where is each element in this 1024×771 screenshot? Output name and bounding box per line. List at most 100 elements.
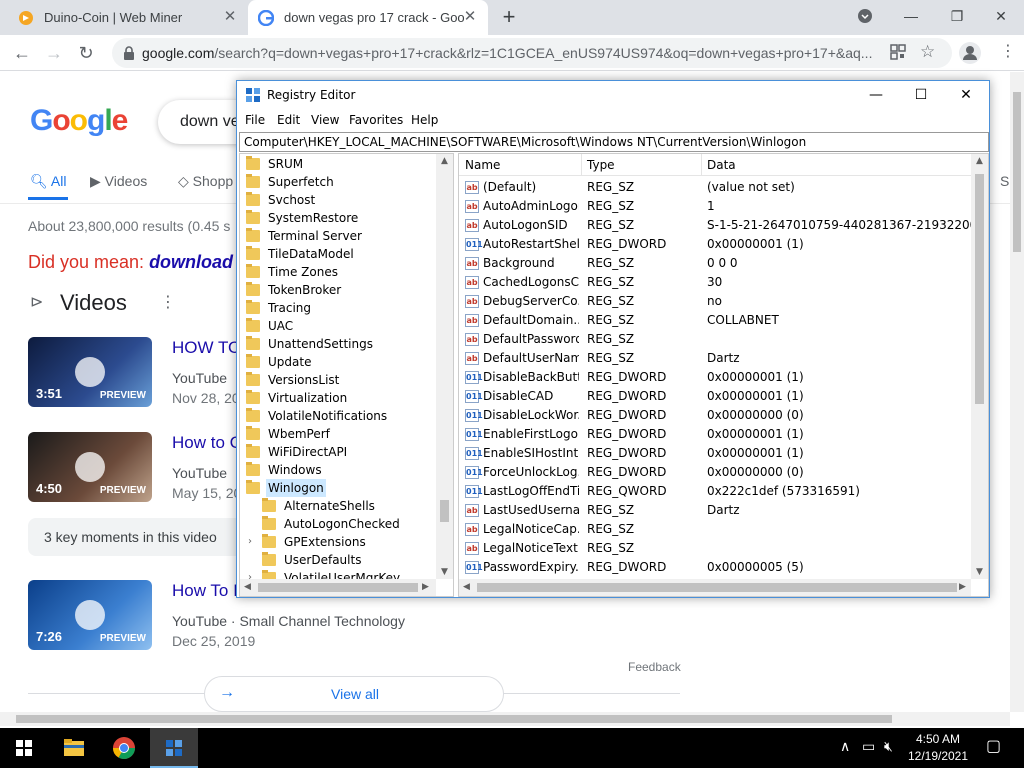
- close-icon[interactable]: ✕: [943, 81, 989, 109]
- scroll-up-icon[interactable]: ▲: [441, 156, 448, 166]
- more-options-icon[interactable]: ⋮: [160, 292, 176, 312]
- scroll-left-icon[interactable]: ◀: [244, 582, 251, 592]
- menu-edit[interactable]: Edit: [277, 113, 300, 127]
- new-tab-button[interactable]: +: [498, 6, 520, 29]
- scroll-left-icon[interactable]: ◀: [463, 582, 470, 592]
- tab-google-search[interactable]: down vegas pro 17 crack - Goog ✕: [248, 0, 488, 35]
- registry-value-row[interactable]: 011 PasswordExpiry... REG_DWORD 0x00000005 …: [459, 558, 971, 577]
- video-title[interactable]: HOW TO: [172, 338, 241, 358]
- chrome-menu-icon[interactable]: ⋮: [1000, 41, 1016, 61]
- show-hidden-icons-icon[interactable]: ∧: [840, 738, 850, 755]
- column-name[interactable]: Name: [465, 158, 500, 172]
- registry-value-row[interactable]: ab Background REG_SZ 0 0 0: [459, 254, 971, 273]
- registry-value-row[interactable]: ab DebugServerCo... REG_SZ no: [459, 292, 971, 311]
- menu-help[interactable]: Help: [411, 113, 438, 127]
- minimize-icon[interactable]: —: [888, 0, 934, 32]
- registry-value-row[interactable]: ab LegalNoticeCap... REG_SZ: [459, 520, 971, 539]
- tab-all[interactable]: 🔍︎ All: [30, 173, 66, 190]
- view-all-button[interactable]: → View all: [204, 676, 504, 712]
- file-explorer-taskbar-icon[interactable]: [50, 728, 98, 768]
- scrollbar-thumb[interactable]: [16, 715, 892, 723]
- reload-icon[interactable]: ↻: [74, 41, 98, 65]
- volume-muted-icon[interactable]: 🔇︎: [884, 738, 893, 755]
- minimize-icon[interactable]: —: [853, 81, 899, 109]
- clock-date[interactable]: 12/19/2021: [900, 749, 976, 763]
- feedback-link[interactable]: Feedback: [628, 660, 681, 674]
- values-horizontal-scrollbar[interactable]: ◀ ▶: [459, 579, 971, 596]
- did-you-mean[interactable]: Did you mean: download v: [28, 252, 248, 273]
- menu-view[interactable]: View: [311, 113, 339, 127]
- video-thumbnail[interactable]: 7:26 PREVIEW: [28, 580, 152, 650]
- tab-shopping[interactable]: ◇ Shopp: [178, 173, 233, 190]
- close-tab-icon[interactable]: ✕: [222, 9, 238, 25]
- registry-value-row[interactable]: ab CachedLogonsC... REG_SZ 30: [459, 273, 971, 292]
- video-thumbnail[interactable]: 4:50 PREVIEW: [28, 432, 152, 502]
- forward-icon[interactable]: →: [42, 41, 66, 65]
- tab-search-icon[interactable]: [842, 0, 888, 32]
- page-horizontal-scrollbar[interactable]: [0, 712, 1010, 726]
- registry-address-bar[interactable]: Computer\HKEY_LOCAL_MACHINE\SOFTWARE\Mic…: [239, 132, 989, 152]
- notifications-icon[interactable]: ▢: [986, 736, 1001, 756]
- registry-value-row[interactable]: 011 EnableSIHostInt... REG_DWORD 0x00000001…: [459, 444, 971, 463]
- registry-value-row[interactable]: ab DefaultDomain... REG_SZ COLLABNET: [459, 311, 971, 330]
- chrome-taskbar-icon[interactable]: [100, 728, 148, 768]
- back-icon[interactable]: ←: [10, 41, 34, 65]
- registry-value-row[interactable]: ab LastUsedUserna... REG_SZ Dartz: [459, 501, 971, 520]
- scrollbar-thumb[interactable]: [258, 583, 418, 592]
- scrollbar-thumb[interactable]: [477, 583, 957, 592]
- scroll-up-icon[interactable]: ▲: [976, 156, 983, 166]
- registry-value-row[interactable]: 011 ForceUnlockLog... REG_DWORD 0x00000000 …: [459, 463, 971, 482]
- google-logo[interactable]: Google: [30, 104, 128, 138]
- tree-horizontal-scrollbar[interactable]: ◀ ▶: [240, 579, 436, 596]
- tree-vertical-scrollbar[interactable]: ▲ ▼: [436, 154, 453, 579]
- registry-value-row[interactable]: 011 AutoRestartShell REG_DWORD 0x00000001 (…: [459, 235, 971, 254]
- registry-value-row[interactable]: 011DisableBackButt... REG_DWORD 0x00000001…: [459, 368, 971, 387]
- video-title[interactable]: How to C: [172, 433, 242, 453]
- video-thumbnail[interactable]: 3:51 PREVIEW: [28, 337, 152, 407]
- values-vertical-scrollbar[interactable]: ▲ ▼: [971, 154, 988, 579]
- expand-chevron-icon[interactable]: ›: [248, 533, 252, 551]
- scroll-right-icon[interactable]: ▶: [959, 582, 966, 592]
- registry-value-row[interactable]: ab DefaultPassword REG_SZ: [459, 330, 971, 349]
- tab-duino-coin[interactable]: Duino-Coin | Web Miner ✕: [8, 0, 248, 35]
- registry-value-row[interactable]: 011 EnableFirstLogo... REG_DWORD 0x00000001…: [459, 425, 971, 444]
- registry-value-row[interactable]: 011 DisableCAD REG_DWORD 0x00000001 (1): [459, 387, 971, 406]
- scrollbar-thumb[interactable]: [1013, 92, 1021, 252]
- registry-value-row[interactable]: ab DefaultUserName REG_SZ Dartz: [459, 349, 971, 368]
- restore-icon[interactable]: ❐: [934, 0, 980, 32]
- maximize-icon[interactable]: ☐: [898, 81, 944, 109]
- tools-tab-clipped[interactable]: S: [1000, 173, 1009, 189]
- regedit-taskbar-icon[interactable]: [150, 728, 198, 768]
- title-bar[interactable]: Registry Editor — ☐ ✕: [237, 81, 989, 109]
- column-data[interactable]: Data: [707, 158, 736, 172]
- scrollbar-thumb[interactable]: [975, 174, 984, 404]
- registry-value-row[interactable]: ab AutoAdminLogon REG_SZ 1: [459, 197, 971, 216]
- registry-value-row[interactable]: ab LegalNoticeText REG_SZ: [459, 539, 971, 558]
- column-type[interactable]: Type: [587, 158, 615, 172]
- menu-file[interactable]: File: [245, 113, 265, 127]
- tab-videos[interactable]: ▶ Videos: [90, 173, 147, 190]
- column-divider[interactable]: [581, 154, 582, 176]
- registry-value-row[interactable]: 011LastLogOffEndTi... REG_QWORD 0x222c1def…: [459, 482, 971, 501]
- lock-icon[interactable]: [122, 45, 136, 61]
- menu-favorites[interactable]: Favorites: [349, 113, 403, 127]
- qr-code-icon[interactable]: [890, 44, 906, 63]
- page-vertical-scrollbar[interactable]: [1010, 72, 1024, 712]
- close-window-icon[interactable]: ✕: [978, 0, 1024, 32]
- close-tab-icon[interactable]: ✕: [462, 9, 478, 25]
- clock-time[interactable]: 4:50 AM: [900, 732, 976, 746]
- binary-value-icon: 011: [465, 485, 483, 498]
- scrollbar-thumb[interactable]: [440, 500, 449, 522]
- network-icon[interactable]: ▭: [862, 738, 875, 755]
- scroll-down-icon[interactable]: ▼: [976, 567, 983, 577]
- registry-value-row[interactable]: ab AutoLogonSID REG_SZ S-1-5-21-2647010759-…: [459, 216, 973, 235]
- scroll-right-icon[interactable]: ▶: [422, 582, 429, 592]
- address-bar[interactable]: google.com/search?q=down+vegas+pro+17+cr…: [112, 38, 952, 68]
- registry-value-row[interactable]: ab (Default) REG_SZ (value not set): [459, 178, 971, 197]
- scroll-down-icon[interactable]: ▼: [441, 567, 448, 577]
- column-divider[interactable]: [701, 154, 702, 176]
- bookmark-star-icon[interactable]: ☆: [920, 42, 935, 62]
- start-button[interactable]: [0, 728, 48, 768]
- registry-value-row[interactable]: 011 DisableLockWor... REG_DWORD 0x00000000 …: [459, 406, 971, 425]
- profile-avatar-icon[interactable]: [958, 41, 982, 68]
